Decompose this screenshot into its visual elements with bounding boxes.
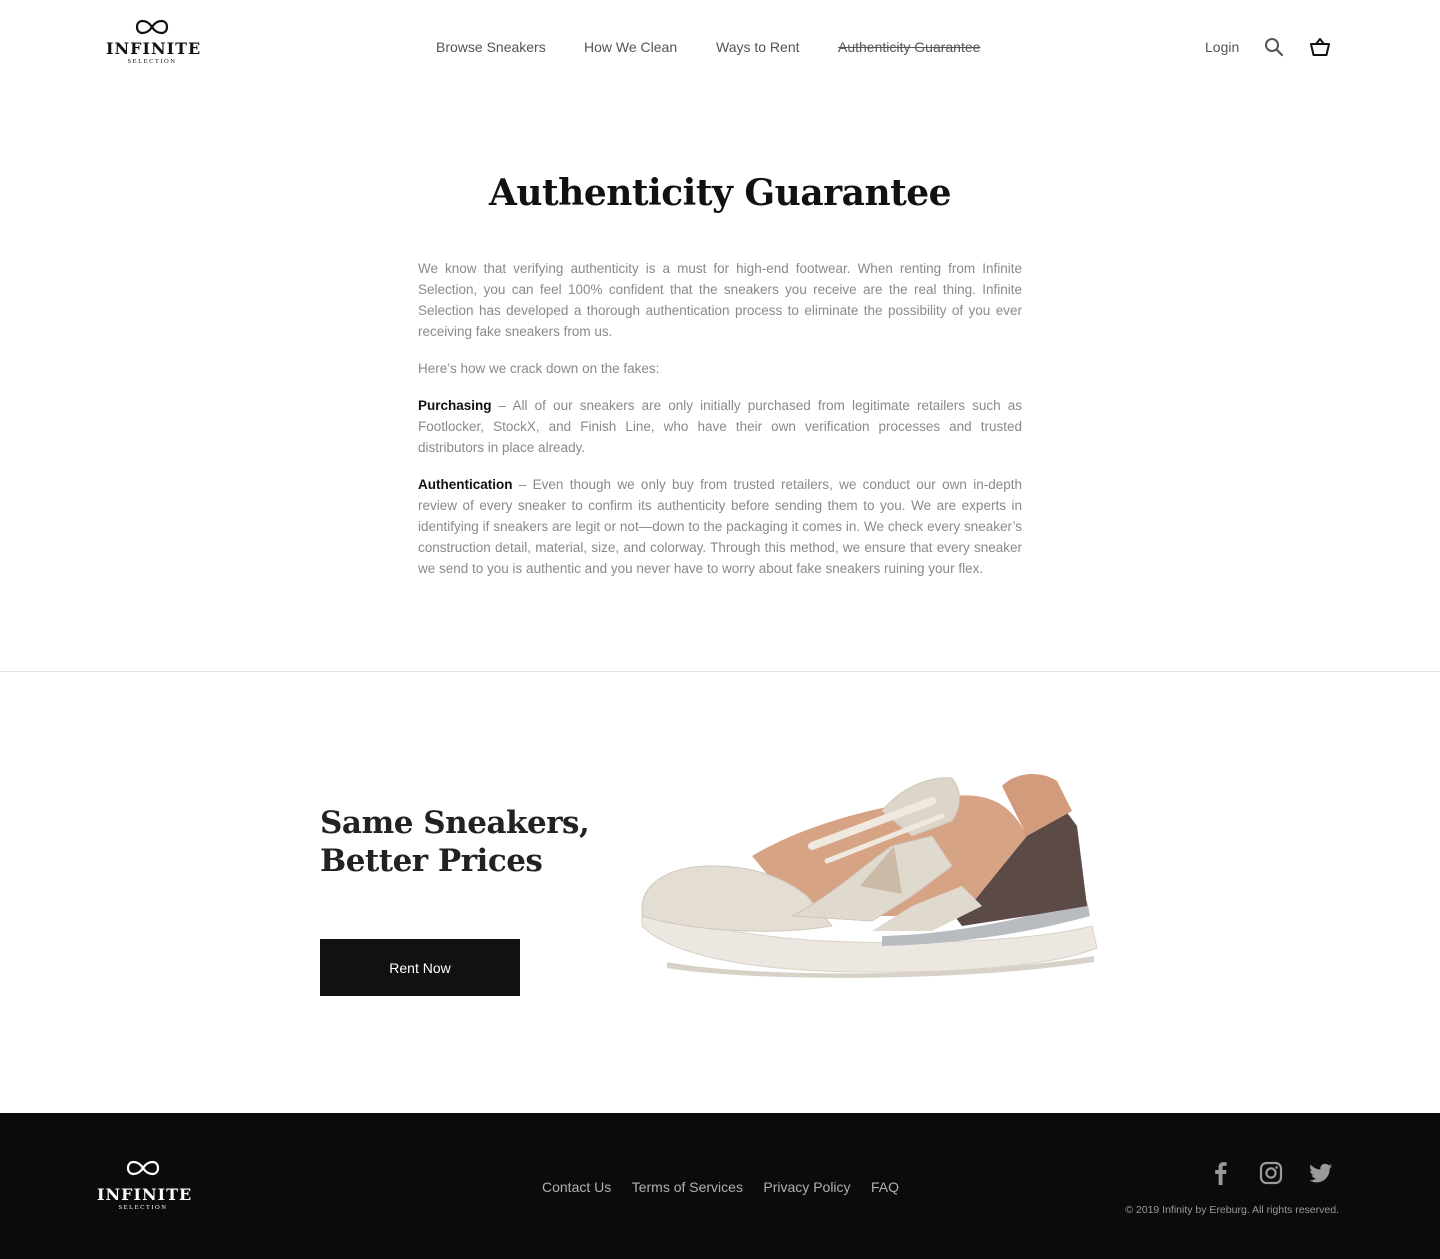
footer-link-terms[interactable]: Terms of Services (632, 1179, 743, 1195)
footer-brand-logo[interactable]: INFINITE SELECTION (97, 1157, 193, 1219)
cart-icon[interactable] (1309, 36, 1331, 58)
site-footer: INFINITE SELECTION Contact Us Terms of S… (0, 1113, 1440, 1259)
search-icon[interactable] (1264, 37, 1284, 57)
nav-how-we-clean[interactable]: How We Clean (584, 38, 677, 56)
copyright-text: © 2019 Infinity by Ereburg. All rights r… (1125, 1204, 1339, 1216)
infinity-logo-icon (135, 19, 169, 35)
section-divider (0, 671, 1440, 672)
intro-paragraph: We know that verifying authenticity is a… (418, 261, 1022, 339)
page-title: Authenticity Guarantee (488, 172, 952, 214)
authenticity-content: We know that verifying authenticity is a… (418, 258, 1022, 595)
promo-title: Same Sneakers, Better Prices (320, 804, 620, 880)
promo-title-line2: Better Prices (320, 843, 543, 879)
authentication-heading: Authentication (418, 477, 513, 492)
purchasing-paragraph: Purchasing – All of our sneakers are onl… (418, 395, 1022, 458)
instagram-icon[interactable] (1258, 1160, 1284, 1186)
brand-tagline: SELECTION (127, 58, 177, 65)
nav-authenticity-guarantee[interactable]: Authenticity Guarantee (830, 38, 988, 56)
lead-paragraph: Here’s how we crack down on the fakes: (418, 361, 660, 376)
footer-brand-name: INFINITE (97, 1185, 193, 1204)
social-links (1208, 1160, 1338, 1186)
footer-link-faq[interactable]: FAQ (871, 1179, 899, 1195)
purchasing-heading: Purchasing (418, 398, 492, 413)
nav-browse-sneakers[interactable]: Browse Sneakers (436, 38, 546, 56)
footer-link-privacy[interactable]: Privacy Policy (763, 1179, 850, 1195)
infinity-logo-icon (126, 1160, 160, 1176)
footer-link-contact[interactable]: Contact Us (542, 1179, 611, 1195)
footer-links: Contact Us Terms of Services Privacy Pol… (542, 1178, 915, 1196)
twitter-icon[interactable] (1308, 1160, 1334, 1186)
facebook-icon[interactable] (1208, 1160, 1234, 1186)
sneaker-image (632, 766, 1102, 982)
purchasing-text: – All of our sneakers are only initially… (418, 398, 1022, 455)
rent-now-button[interactable]: Rent Now (320, 939, 520, 996)
authentication-paragraph: Authentication – Even though we only buy… (418, 474, 1022, 579)
site-header: INFINITE SELECTION Browse Sneakers How W… (0, 0, 1440, 96)
login-link[interactable]: Login (1205, 38, 1239, 56)
promo-title-line1: Same Sneakers, (320, 805, 590, 841)
footer-brand-tagline: SELECTION (118, 1204, 168, 1211)
nav-ways-to-rent[interactable]: Ways to Rent (716, 38, 800, 56)
